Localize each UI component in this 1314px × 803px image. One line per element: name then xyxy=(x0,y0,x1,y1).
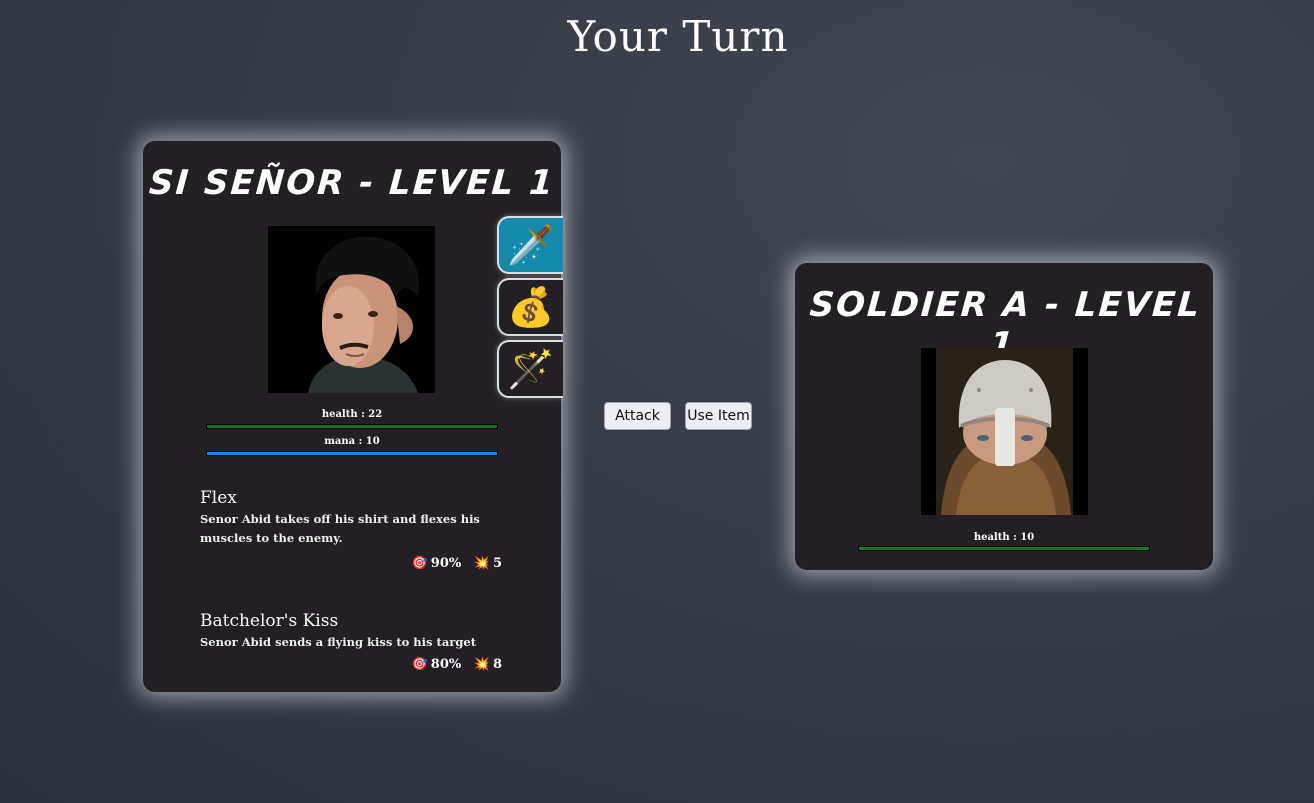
player-mana-label: mana : 10 xyxy=(324,436,380,447)
target-icon: 🎯 xyxy=(411,657,428,672)
turn-title: Your Turn xyxy=(567,12,789,61)
move-description: Senor Abid sends a flying kiss to his ta… xyxy=(200,635,477,649)
enemy-portrait xyxy=(921,348,1088,515)
magic-wand-icon[interactable]: 🪄 xyxy=(497,340,563,398)
use-item-button[interactable]: Use Item xyxy=(685,402,752,430)
explosion-icon: 💥 xyxy=(473,556,490,571)
attack-button[interactable]: Attack xyxy=(604,402,671,430)
move-damage: 5 xyxy=(492,556,502,571)
sword-glyph: 🗡️ xyxy=(507,223,555,267)
move-batchelors-kiss[interactable]: Batchelor's Kiss Senor Abid sends a flyi… xyxy=(200,611,510,681)
move-stats: 🎯 90% 💥 5 xyxy=(404,556,502,571)
player-health-fill xyxy=(207,425,497,428)
player-mana-fill xyxy=(207,452,497,455)
move-flex[interactable]: Flex Senor Abid takes off his shirt and … xyxy=(200,488,510,578)
target-icon: 🎯 xyxy=(411,556,428,571)
player-portrait xyxy=(268,226,435,393)
enemy-portrait-image xyxy=(921,348,1088,515)
player-portrait-image xyxy=(268,226,435,393)
magic-wand-glyph: 🪄 xyxy=(507,347,555,391)
enemy-health-label: health : 10 xyxy=(973,532,1035,543)
money-bag-icon[interactable]: 💰 xyxy=(497,278,563,336)
player-health-label: health : 22 xyxy=(321,409,383,420)
sword-icon[interactable]: 🗡️ xyxy=(497,216,563,274)
move-name: Batchelor's Kiss xyxy=(200,611,339,631)
enemy-health-bar xyxy=(858,546,1150,551)
move-accuracy: 80% xyxy=(430,657,462,672)
move-description: Senor Abid takes off his shirt and flexe… xyxy=(200,512,480,545)
player-name-level: SI SEÑOR - LEVEL 1 xyxy=(147,163,557,203)
player-health-bar xyxy=(206,424,498,429)
move-accuracy: 90% xyxy=(430,556,462,571)
player-card: SI SEÑOR - LEVEL 1 🗡️ 💰 🪄 health : 22 ma… xyxy=(143,141,563,692)
enemy-health-fill xyxy=(859,547,1149,550)
move-stats: 🎯 80% 💥 8 xyxy=(404,657,502,672)
enemy-card: SOLDIER A - LEVEL 1 health : 10 xyxy=(795,263,1213,570)
move-damage: 8 xyxy=(492,657,502,672)
explosion-icon: 💥 xyxy=(473,657,490,672)
move-name: Flex xyxy=(200,488,237,508)
player-mana-bar xyxy=(206,451,498,456)
money-bag-glyph: 💰 xyxy=(507,285,555,329)
